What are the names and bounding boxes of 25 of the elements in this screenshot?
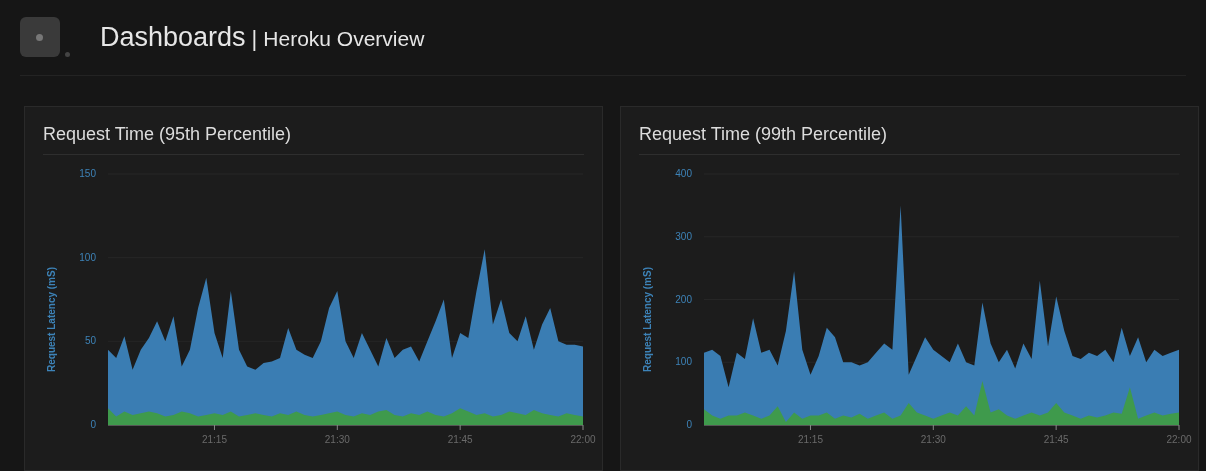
y-axis-title: Request Latency (mS) (46, 267, 57, 372)
y-tick-label: 300 (675, 230, 692, 242)
x-tick-label: 21:15 (797, 434, 823, 445)
app-logo-icon[interactable] (20, 16, 72, 59)
y-tick-label: 50 (84, 335, 96, 347)
y-tick-label: 200 (675, 293, 692, 305)
panel-title: Request Time (99th Percentile) (639, 124, 888, 144)
x-tick-label: 21:45 (1043, 434, 1069, 445)
x-tick-label: 22:00 (570, 434, 596, 445)
x-tick-label: 21:15 (201, 434, 227, 445)
y-tick-label: 0 (90, 419, 96, 430)
page-title: Dashboards (100, 21, 246, 55)
y-tick-label: 100 (79, 251, 96, 263)
x-tick-label: 21:30 (324, 434, 350, 445)
x-tick-label: 21:30 (920, 434, 946, 445)
y-tick-label: 100 (675, 356, 692, 368)
y-tick-label: 400 (675, 168, 692, 179)
y-tick-label: 150 (79, 168, 96, 179)
title-separator: | (251, 25, 258, 54)
x-tick-label: 22:00 (1166, 434, 1192, 445)
x-tick-label: 21:45 (447, 434, 473, 445)
dashboard-name: Heroku Overview (263, 26, 425, 53)
y-axis-title: Request Latency (mS) (642, 267, 653, 372)
y-tick-label: 0 (686, 419, 692, 430)
panel-title: Request Time (95th Percentile) (43, 124, 292, 144)
